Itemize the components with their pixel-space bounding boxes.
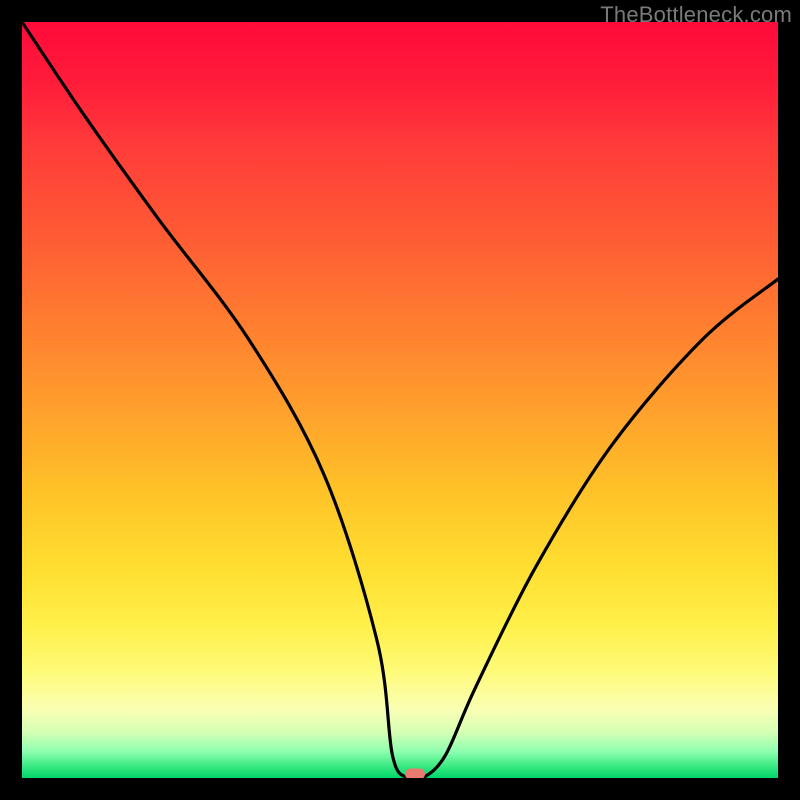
plot-area — [22, 22, 778, 778]
curve-path — [22, 22, 778, 778]
attribution-text: TheBottleneck.com — [600, 2, 792, 28]
chart-frame: TheBottleneck.com — [0, 0, 800, 800]
optimal-marker — [405, 769, 425, 778]
bottleneck-curve — [22, 22, 778, 778]
